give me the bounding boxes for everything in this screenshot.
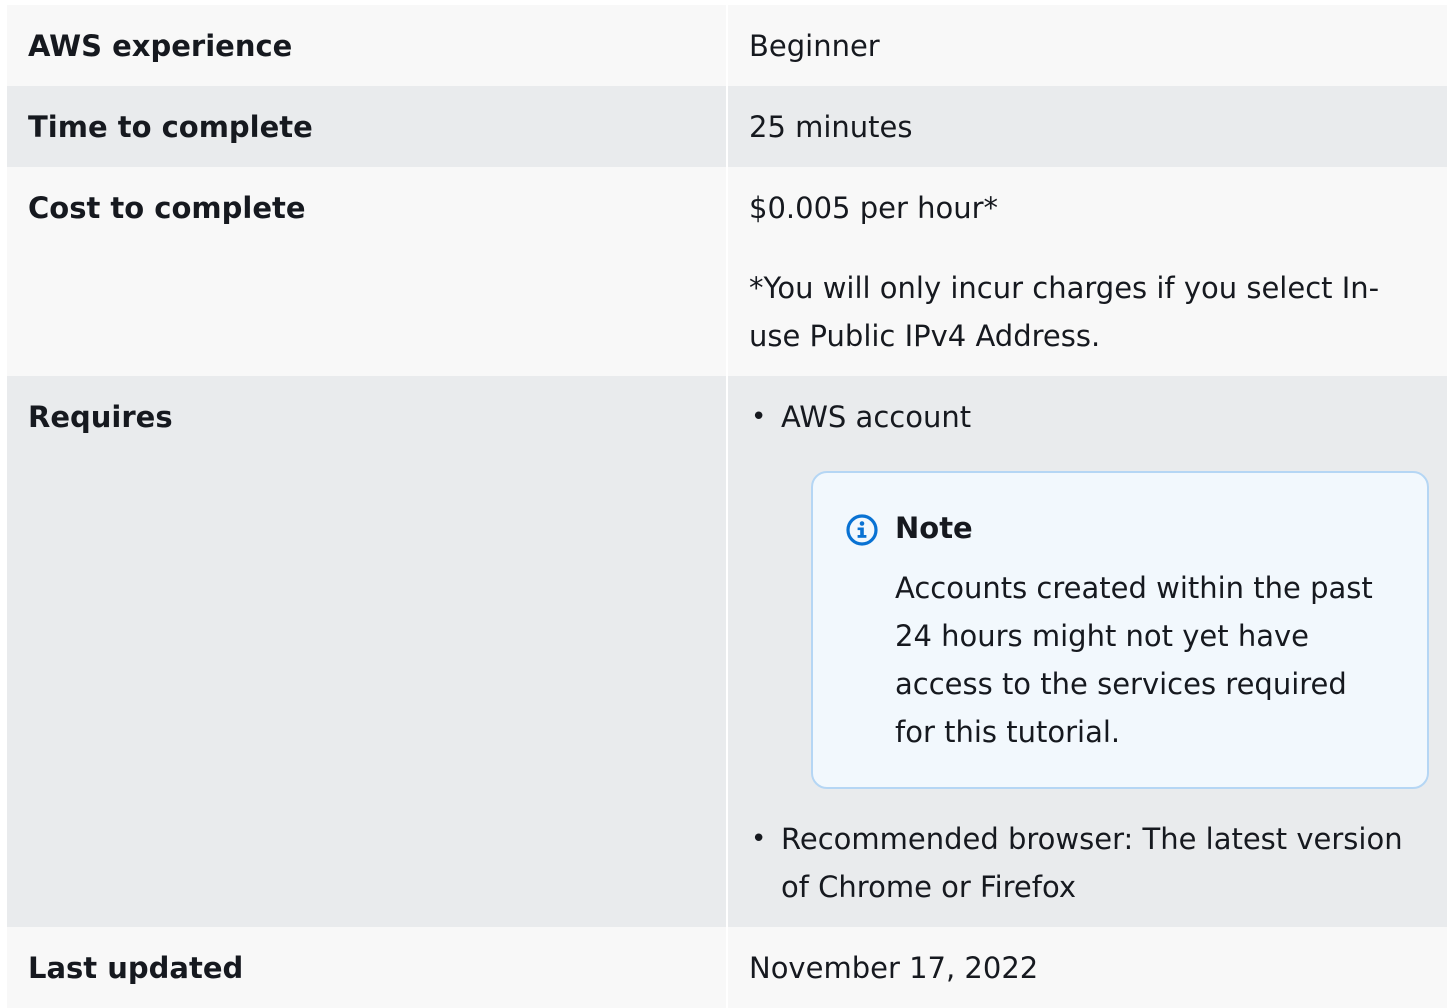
row-last-updated: Last updated November 17, 2022 xyxy=(7,927,1447,1008)
time-to-complete-label: Time to complete xyxy=(7,86,726,167)
aws-experience-value: Beginner xyxy=(726,5,1447,86)
time-to-complete-value: 25 minutes xyxy=(726,86,1447,167)
bullet: • xyxy=(751,402,767,432)
aws-experience-label: AWS experience xyxy=(7,5,726,86)
note-title: Note xyxy=(895,511,973,545)
cost-footnote: *You will only incur charges if you sele… xyxy=(749,271,1380,353)
last-updated-value: November 17, 2022 xyxy=(726,927,1447,1008)
row-time-to-complete: Time to complete 25 minutes xyxy=(7,86,1447,167)
cost-to-complete-value: $0.005 per hour* xyxy=(749,191,999,225)
requirement-aws-account: AWS account xyxy=(781,400,972,434)
requirement-browser: Recommended browser: The latest version … xyxy=(781,822,1403,904)
last-updated-label: Last updated xyxy=(7,927,726,1008)
note-header: Note xyxy=(845,504,1403,552)
bullet: • xyxy=(751,824,767,854)
row-aws-experience: AWS experience Beginner xyxy=(7,5,1447,86)
list-item: • Recommended browser: The latest versio… xyxy=(749,815,1429,911)
note-text: Accounts created within the past 24 hour… xyxy=(895,571,1373,749)
list-item: • AWS account Note Accounts created with… xyxy=(749,393,1429,789)
cost-to-complete-cell: $0.005 per hour* *You will only incur ch… xyxy=(726,167,1447,376)
note-callout: Note Accounts created within the past 24… xyxy=(811,471,1429,789)
requirements-list: • AWS account Note Accounts created with… xyxy=(749,393,1429,911)
info-icon xyxy=(845,513,879,547)
requires-cell: • AWS account Note Accounts created with… xyxy=(726,376,1447,927)
row-cost-to-complete: Cost to complete $0.005 per hour* *You w… xyxy=(7,167,1447,376)
tutorial-info-table: AWS experience Beginner Time to complete… xyxy=(7,5,1447,1008)
requires-label: Requires xyxy=(7,376,726,927)
row-requires: Requires • AWS account Note Accounts cre… xyxy=(7,376,1447,927)
cost-to-complete-label: Cost to complete xyxy=(7,167,726,376)
